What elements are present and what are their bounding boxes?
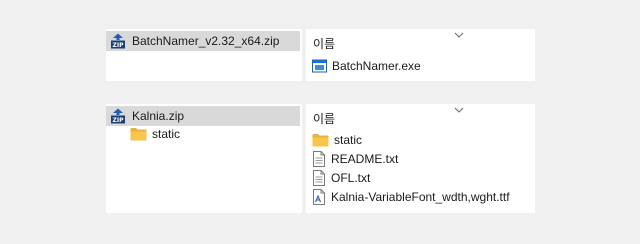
file-name: static bbox=[334, 133, 363, 147]
bottom-file-list: 이름 static README.txt OFL.txt Kalnia-Vari… bbox=[306, 104, 535, 213]
file-name: README.txt bbox=[331, 152, 399, 166]
svg-text:ZIP: ZIP bbox=[113, 42, 125, 49]
top-file-list: 이름 BatchNamer.exe bbox=[306, 29, 535, 81]
name-column-header[interactable]: 이름 bbox=[313, 35, 335, 52]
tree-item-label: Kalnia.zip bbox=[132, 109, 185, 123]
list-item[interactable]: Kalnia-VariableFont_wdth,wght.ttf bbox=[312, 188, 510, 206]
list-item[interactable]: BatchNamer.exe bbox=[312, 57, 421, 75]
list-item[interactable]: OFL.txt bbox=[312, 169, 370, 187]
exe-icon bbox=[312, 59, 327, 73]
file-name: Kalnia-VariableFont_wdth,wght.ttf bbox=[331, 190, 510, 204]
list-item[interactable]: static bbox=[312, 131, 362, 149]
tree-item-batchnamer-zip[interactable]: ZIP BatchNamer_v2.32_x64.zip bbox=[106, 31, 300, 51]
zip-archive-icon: ZIP bbox=[110, 33, 126, 49]
top-navigation-tree: ZIP BatchNamer_v2.32_x64.zip bbox=[106, 29, 302, 81]
font-file-icon bbox=[312, 189, 326, 205]
name-column-header[interactable]: 이름 bbox=[313, 110, 335, 127]
sort-chevron-icon[interactable] bbox=[454, 32, 464, 38]
svg-text:ZIP: ZIP bbox=[113, 117, 125, 124]
tree-item-label: BatchNamer_v2.32_x64.zip bbox=[132, 34, 280, 48]
text-file-icon bbox=[312, 151, 326, 167]
bottom-navigation-tree: ZIP Kalnia.zip static bbox=[106, 104, 302, 213]
folder-icon bbox=[130, 127, 147, 141]
list-item[interactable]: README.txt bbox=[312, 150, 398, 168]
folder-icon bbox=[312, 133, 329, 147]
file-name: OFL.txt bbox=[331, 171, 371, 185]
screenshot-page: ZIP BatchNamer_v2.32_x64.zip 이름 BatchNam… bbox=[0, 0, 640, 244]
zip-archive-icon: ZIP bbox=[110, 108, 126, 124]
tree-item-static-folder[interactable]: static bbox=[106, 124, 300, 144]
file-name: BatchNamer.exe bbox=[332, 59, 421, 73]
text-file-icon bbox=[312, 170, 326, 186]
tree-item-label: static bbox=[152, 127, 181, 141]
tree-item-kalnia-zip[interactable]: ZIP Kalnia.zip bbox=[106, 106, 300, 126]
sort-chevron-icon[interactable] bbox=[454, 107, 464, 113]
